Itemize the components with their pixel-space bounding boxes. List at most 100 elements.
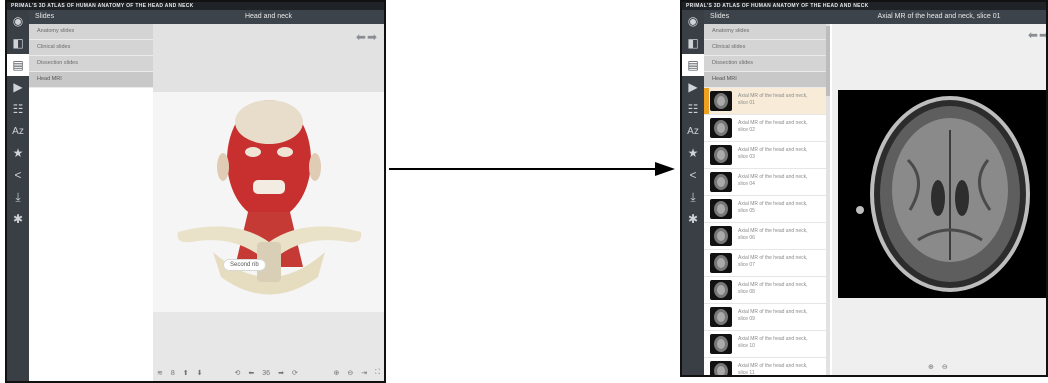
model-viewport[interactable]: Second rib	[153, 92, 384, 312]
mri-image[interactable]	[838, 90, 1046, 298]
slice-row[interactable]: Axial MR of the head and neck, slice 10	[704, 331, 826, 358]
app-banner: PRIMAL'S 3D ATLAS OF HUMAN ANATOMY OF TH…	[7, 2, 384, 10]
settings-icon[interactable]: ✱	[7, 208, 29, 230]
fullscreen-icon[interactable]: ⛶	[375, 369, 380, 377]
slice-row[interactable]: Axial MR of the head and neck, slice 08	[704, 277, 826, 304]
slice-list: Axial MR of the head and neck, slice 01 A…	[704, 88, 826, 376]
star-icon[interactable]: ★	[682, 142, 704, 164]
slice-thumbnail	[710, 172, 732, 192]
az-index-icon[interactable]: Az	[682, 120, 704, 142]
slice-label: Axial MR of the head and neck, slice 03	[738, 147, 808, 160]
menu-item-head-mri[interactable]: Head MRI	[29, 72, 153, 88]
zoom-out-icon[interactable]: ⊖	[347, 369, 353, 377]
zoom-in-icon[interactable]: ⊕	[333, 369, 339, 377]
bottom-toolbar: ≋ 8 ⬆ ⬇ ⟲ ⬅ 36 ➡ ⟳ ⊕ ⊖ ⇥ ⛶	[157, 365, 380, 381]
head-neck-muscle-model	[177, 100, 362, 295]
viewer-area: ⬅➡ ⊕ ⊖	[832, 24, 1046, 375]
menu-item-head-mri[interactable]: Head MRI	[704, 72, 826, 88]
slice-label: Axial MR of the head and neck, slice 05	[738, 201, 808, 214]
menu-item-dissection-slides[interactable]: Dissection slides	[704, 56, 826, 72]
bottom-toolbar: ⊕ ⊖	[928, 359, 948, 375]
slice-thumbnail	[710, 334, 732, 354]
share-icon[interactable]: <	[7, 164, 29, 186]
menu-item-clinical-slides[interactable]: Clinical slides	[704, 40, 826, 56]
tree-icon[interactable]: ☷	[682, 98, 704, 120]
page-title: Head and neck	[244, 13, 293, 20]
slides-icon[interactable]: ▤	[7, 54, 29, 76]
zoom-in-icon[interactable]: ⊕	[928, 363, 934, 371]
slice-label: Axial MR of the head and neck, slice 06	[738, 228, 808, 241]
slide-category-menu: Anatomy slides Clinical slides Dissectio…	[704, 24, 826, 376]
transition-arrow-line	[389, 168, 657, 170]
home-globe-icon[interactable]: ◉	[7, 10, 29, 32]
step-forward-icon[interactable]: ➡	[278, 369, 284, 377]
slice-label: Axial MR of the head and neck, slice 04	[738, 174, 808, 187]
slice-row[interactable]: Axial MR of the head and neck, slice 02	[704, 115, 826, 142]
step-back-icon[interactable]: ⬅	[248, 369, 254, 377]
star-icon[interactable]: ★	[7, 142, 29, 164]
layer-up-icon[interactable]: ⬆	[183, 369, 189, 377]
viewer-area: ⬅➡ Second rib ≋ 8 ⬆ ⬇ ⟲ ⬅ 36 ➡ ⟳ ⊕ ⊖ ⇥ ⛶	[153, 24, 384, 381]
slice-thumbnail	[710, 361, 732, 375]
slice-label: Axial MR of the head and neck, slice 01	[738, 93, 808, 106]
slice-label: Axial MR of the head and neck, slice 11	[738, 363, 808, 376]
rotate-right-icon[interactable]: ⟳	[292, 369, 298, 377]
slice-thumbnail	[710, 253, 732, 273]
slice-thumbnail	[710, 307, 732, 327]
app-banner: PRIMAL'S 3D ATLAS OF HUMAN ANATOMY OF TH…	[682, 2, 1046, 10]
slice-row[interactable]: Axial MR of the head and neck, slice 09	[704, 304, 826, 331]
slice-row[interactable]: Axial MR of the head and neck, slice 11	[704, 358, 826, 376]
slice-label: Axial MR of the head and neck, slice 10	[738, 336, 808, 349]
layers-icon[interactable]: ≋	[157, 369, 163, 377]
tree-icon[interactable]: ☷	[7, 98, 29, 120]
download-icon[interactable]: ⤓	[7, 186, 29, 208]
slice-row[interactable]: Axial MR of the head and neck, slice 07	[704, 250, 826, 277]
az-index-icon[interactable]: Az	[7, 120, 29, 142]
menu-item-clinical-slides[interactable]: Clinical slides	[29, 40, 153, 56]
right-screenshot: PRIMAL'S 3D ATLAS OF HUMAN ANATOMY OF TH…	[680, 0, 1048, 377]
header-bar: Slides Head and neck	[29, 10, 384, 24]
slice-row[interactable]: Axial MR of the head and neck, slice 06	[704, 223, 826, 250]
slides-header: Slides	[35, 13, 55, 20]
menu-item-anatomy-slides[interactable]: Anatomy slides	[29, 24, 153, 40]
compare-icon[interactable]: ◧	[682, 32, 704, 54]
slice-label: Axial MR of the head and neck, slice 07	[738, 255, 808, 268]
slice-thumbnail	[710, 145, 732, 165]
scrollbar[interactable]	[826, 24, 830, 375]
slice-row[interactable]: Axial MR of the head and neck, slice 05	[704, 196, 826, 223]
reset-view-icon[interactable]: ⇥	[361, 369, 367, 377]
layers-count: 8	[170, 369, 175, 377]
prev-next-arrows[interactable]: ⬅➡	[356, 30, 378, 44]
slice-label: Axial MR of the head and neck, slice 09	[738, 309, 808, 322]
video-icon[interactable]: ▶	[682, 76, 704, 98]
slice-label: Axial MR of the head and neck, slice 08	[738, 282, 808, 295]
menu-item-anatomy-slides[interactable]: Anatomy slides	[704, 24, 826, 40]
icon-rail: ◉ ◧ ▤ ▶ ☷ Az ★ < ⤓ ✱	[682, 10, 704, 375]
slice-row[interactable]: Axial MR of the head and neck, slice 03	[704, 142, 826, 169]
step-counter: 36	[262, 369, 271, 377]
share-icon[interactable]: <	[682, 164, 704, 186]
zoom-out-icon[interactable]: ⊖	[942, 363, 948, 371]
header-bar: Slides Axial MR of the head and neck, sl…	[704, 10, 1046, 24]
slides-icon[interactable]: ▤	[682, 54, 704, 76]
slice-label: Axial MR of the head and neck, slice 02	[738, 120, 808, 133]
structure-callout: Second rib	[223, 259, 266, 271]
slice-row[interactable]: Axial MR of the head and neck, slice 04	[704, 169, 826, 196]
slice-thumbnail	[710, 118, 732, 138]
home-globe-icon[interactable]: ◉	[682, 10, 704, 32]
left-screenshot: PRIMAL'S 3D ATLAS OF HUMAN ANATOMY OF TH…	[5, 0, 386, 383]
page-title: Axial MR of the head and neck, slice 01	[877, 13, 1001, 20]
video-icon[interactable]: ▶	[7, 76, 29, 98]
prev-next-arrows[interactable]: ⬅➡	[1028, 28, 1046, 42]
slice-thumbnail	[710, 226, 732, 246]
menu-item-dissection-slides[interactable]: Dissection slides	[29, 56, 153, 72]
layer-down-icon[interactable]: ⬇	[197, 369, 203, 377]
slice-row[interactable]: Axial MR of the head and neck, slice 01	[704, 88, 826, 115]
slides-header: Slides	[710, 13, 730, 20]
download-icon[interactable]: ⤓	[682, 186, 704, 208]
transition-arrow-head	[655, 162, 675, 176]
rotate-left-icon[interactable]: ⟲	[235, 369, 241, 377]
icon-rail: ◉ ◧ ▤ ▶ ☷ Az ★ < ⤓ ✱	[7, 10, 29, 381]
compare-icon[interactable]: ◧	[7, 32, 29, 54]
settings-icon[interactable]: ✱	[682, 208, 704, 230]
